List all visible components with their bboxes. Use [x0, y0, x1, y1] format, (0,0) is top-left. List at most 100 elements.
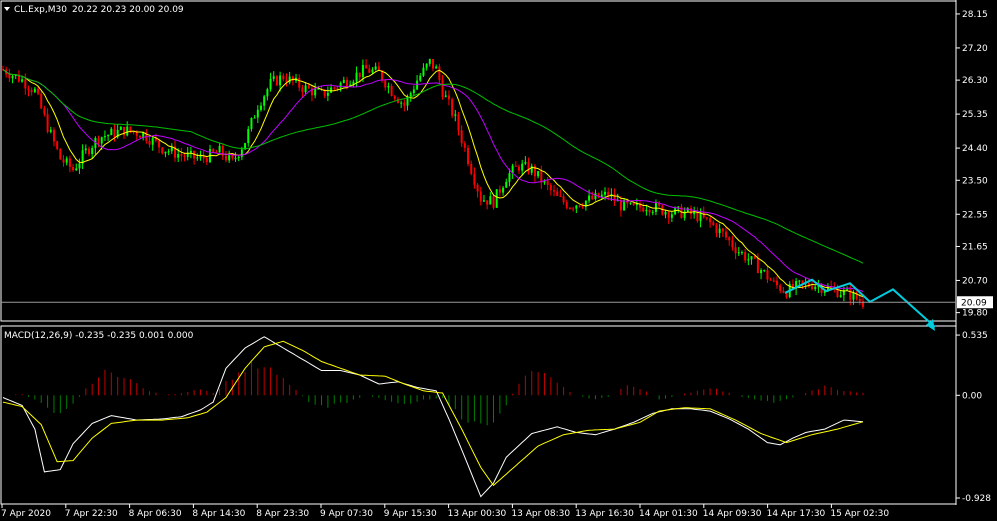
candle-body [75, 168, 78, 171]
candle-body [463, 143, 466, 148]
candle-body [467, 147, 470, 164]
candle-body [342, 79, 345, 83]
candle-body [702, 212, 705, 218]
candle-body [492, 196, 495, 208]
candle-body [336, 87, 339, 89]
time-tick-label: 13 Apr 16:30 [575, 509, 634, 519]
candle-body [49, 129, 52, 132]
candle-body [696, 211, 699, 222]
candle-body [495, 189, 498, 208]
candle-body [476, 184, 479, 192]
candle-body [747, 259, 750, 261]
candle-body [189, 150, 192, 153]
candle-body [530, 165, 533, 173]
candle-body [422, 67, 425, 76]
time-tick-label: 14 Apr 17:30 [767, 509, 826, 519]
candle-body [432, 59, 434, 69]
candle-body [645, 209, 648, 212]
candle-body [21, 79, 24, 82]
candle-body [183, 155, 186, 157]
candle-body [709, 218, 712, 223]
candle-body [56, 141, 59, 149]
candle-body [725, 231, 728, 238]
candle-body [814, 286, 817, 290]
candle-body [11, 75, 14, 79]
price-chart[interactable]: CL.Exp,M30 20.22 20.23 20.00 20.09 MACD(… [0, 0, 997, 521]
candle-body [196, 157, 199, 159]
macd-title: MACD(12,26,9) -0.235 -0.235 0.001 0.000 [4, 331, 194, 341]
candle-body [301, 87, 304, 92]
candle-body [629, 202, 632, 204]
candle-body [846, 289, 849, 291]
price-tick-label: 23.50 [962, 176, 988, 186]
candle-body [339, 82, 342, 88]
candle-body [8, 74, 11, 79]
candle-body [549, 184, 552, 191]
candle-body [508, 173, 511, 182]
candle-body [158, 140, 161, 148]
candle-body [441, 80, 444, 97]
candle-body [731, 240, 734, 248]
candle-body [623, 200, 626, 211]
candle-body [750, 256, 753, 260]
candle-body [260, 105, 262, 110]
candle-body [798, 280, 801, 282]
candle-body [699, 212, 702, 222]
candle-body [648, 209, 651, 213]
candle-body [454, 114, 457, 116]
candle-body [27, 88, 30, 91]
macd-tick-label: 0.00 [962, 391, 982, 401]
time-tick-label: 9 Apr 07:30 [320, 509, 373, 519]
candle-body [594, 193, 597, 200]
candle-body [180, 154, 183, 156]
candle-body [642, 207, 645, 212]
candle-body [390, 85, 393, 96]
candle-body [371, 69, 374, 73]
candle-body [712, 222, 715, 226]
candle-body [100, 137, 103, 144]
candle-body [40, 93, 43, 109]
candle-body [737, 252, 740, 254]
macd-tick-label: 0.535 [962, 331, 988, 341]
candle-body [110, 128, 113, 136]
candle-body [266, 89, 269, 97]
time-tick-label: 7 Apr 22:30 [65, 509, 118, 519]
candle-body [482, 200, 485, 202]
candle-body [161, 147, 164, 154]
candle-body [572, 208, 575, 210]
candle-body [769, 279, 772, 281]
candle-body [505, 181, 508, 188]
price-tick-label: 24.40 [962, 144, 988, 154]
candle-body [744, 252, 747, 261]
candle-body [479, 191, 482, 202]
candle-body [24, 79, 27, 89]
current-price-label: 20.09 [961, 298, 987, 308]
price-tick-label: 22.55 [962, 210, 988, 220]
ohlc-readout: 20.22 20.23 20.00 20.09 [72, 5, 184, 15]
candle-body [498, 189, 501, 193]
candle-body [852, 292, 855, 300]
candle-body [307, 85, 310, 89]
candle-body [65, 158, 68, 163]
price-tick-label: 26.30 [962, 76, 988, 86]
candle-body [253, 117, 256, 119]
candle-body [59, 148, 62, 160]
candle-body [521, 163, 524, 171]
candle-body [381, 70, 384, 81]
candle-body [562, 196, 565, 203]
candle-body [199, 155, 202, 158]
candle-body [591, 195, 594, 200]
candle-body [858, 299, 861, 302]
candle-body [740, 252, 743, 254]
candle-body [43, 108, 46, 115]
candle-body [107, 135, 110, 137]
candle-body [250, 118, 253, 129]
time-tick-label: 15 Apr 02:30 [830, 509, 889, 519]
candle-body [81, 150, 84, 164]
candle-body [575, 205, 578, 209]
candle-body [766, 270, 769, 280]
candle-body [33, 88, 36, 93]
time-tick-label: 13 Apr 00:30 [448, 509, 507, 519]
candle-body [486, 200, 489, 205]
candle-body [412, 89, 415, 94]
